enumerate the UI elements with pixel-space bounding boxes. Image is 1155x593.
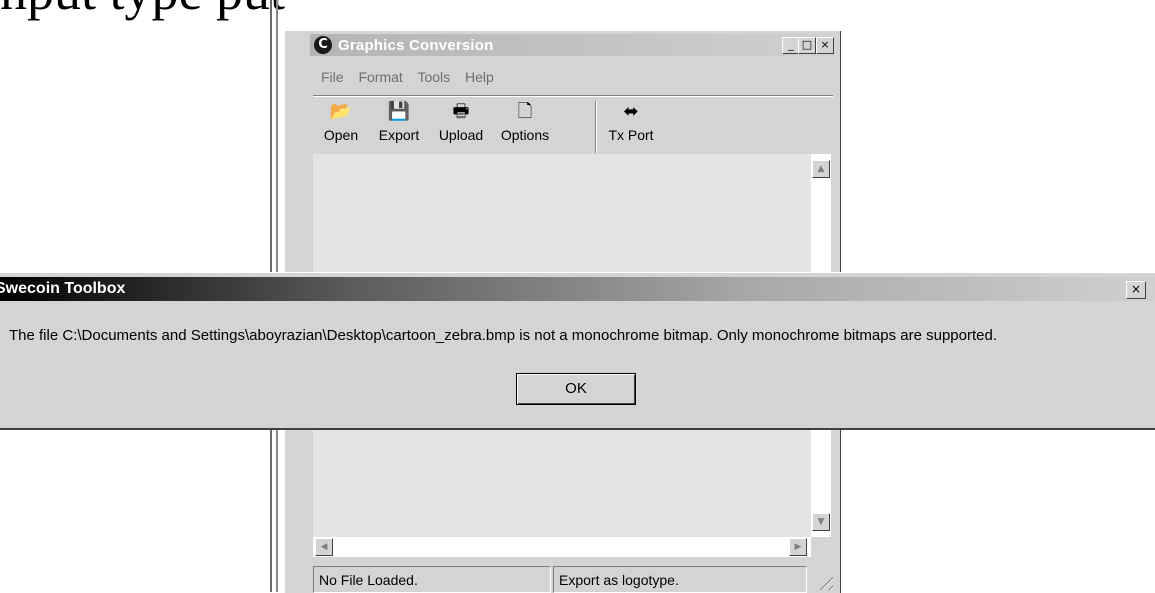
background-document-text: nput type put (0, 0, 1155, 26)
menu-separator (313, 95, 833, 97)
error-dialog: Swecoin Toolbox × The file C:\Documents … (0, 272, 1155, 430)
scroll-down-button[interactable]: ▼ (812, 513, 830, 531)
app-logo-icon: C (314, 36, 332, 54)
close-button[interactable]: × (816, 37, 834, 54)
resize-grip-icon[interactable] (815, 572, 833, 590)
export-label: Export (378, 127, 420, 143)
menu-tools[interactable]: Tools (417, 69, 450, 85)
window-title: Graphics Conversion (338, 37, 494, 54)
status-bar: No File Loaded. Export as logotype. (313, 566, 833, 593)
scroll-right-button[interactable]: ▶ (789, 538, 807, 556)
menu-format[interactable]: Format (358, 69, 402, 85)
tx-port-button[interactable]: ⬌ Tx Port (601, 101, 661, 143)
upload-button[interactable]: 🖶 Upload (433, 101, 489, 143)
status-file: No File Loaded. (313, 566, 551, 593)
scrollbar-corner (811, 537, 831, 557)
scroll-up-button[interactable]: ▲ (812, 160, 830, 178)
floppy-disk-icon: 💾 (387, 101, 411, 122)
tx-port-label: Tx Port (608, 127, 654, 143)
options-button[interactable]: 🗋 Options (493, 101, 557, 143)
status-export-mode: Export as logotype. (553, 566, 807, 593)
dialog-titlebar[interactable]: Swecoin Toolbox × (0, 277, 1155, 301)
dialog-title: Swecoin Toolbox (0, 280, 126, 297)
upload-label: Upload (438, 127, 484, 143)
toolbar-separator (595, 101, 597, 153)
options-label: Options (500, 127, 550, 143)
open-button[interactable]: 📂 Open (319, 101, 363, 143)
window-titlebar[interactable]: C Graphics Conversion _ □ × (310, 34, 834, 56)
ok-button[interactable]: OK (516, 373, 636, 405)
printer-icon: 🖶 (452, 101, 470, 122)
dialog-message: The file C:\Documents and Settings\aboyr… (9, 327, 998, 344)
export-button[interactable]: 💾 Export (371, 101, 427, 143)
open-folder-icon: 📂 (329, 101, 353, 122)
scroll-left-button[interactable]: ◀ (315, 538, 333, 556)
horizontal-scrollbar[interactable]: ◀ ▶ (313, 537, 811, 557)
menu-file[interactable]: File (321, 69, 344, 85)
open-label: Open (323, 127, 359, 143)
menu-bar: File Format Tools Help (321, 69, 505, 89)
document-icon: 🗋 (517, 101, 533, 122)
dialog-close-button[interactable]: × (1126, 281, 1146, 299)
menu-help[interactable]: Help (465, 69, 494, 85)
maximize-button[interactable]: □ (798, 37, 816, 54)
port-connector-icon: ⬌ (623, 101, 639, 122)
